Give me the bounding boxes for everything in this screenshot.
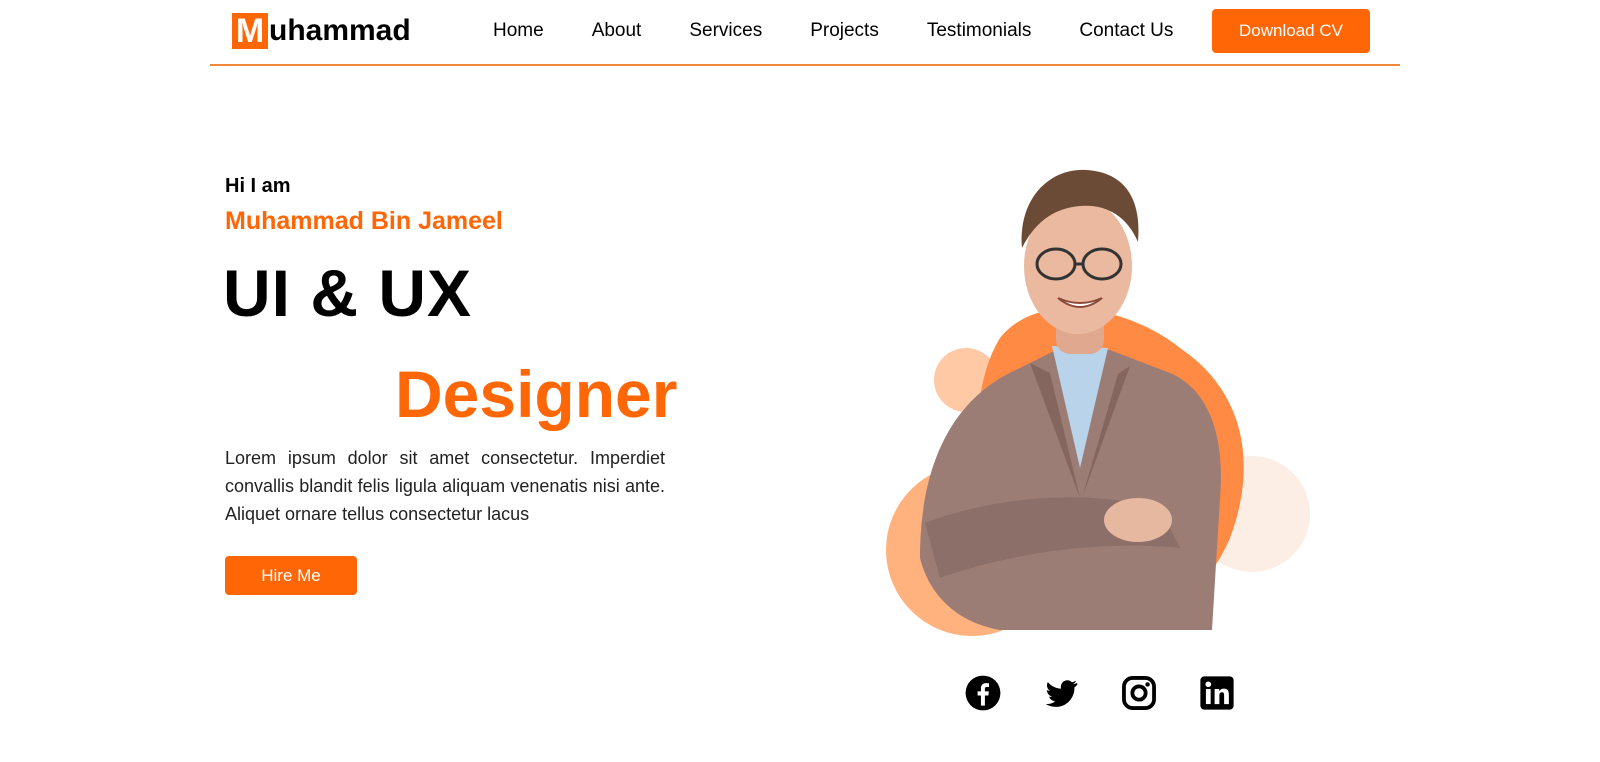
twitter-icon[interactable] xyxy=(1042,674,1080,712)
nav-contact-us[interactable]: Contact Us xyxy=(1079,20,1173,42)
instagram-icon[interactable] xyxy=(1120,674,1158,712)
portrait-illustration xyxy=(886,169,1310,636)
download-cv-button[interactable]: Download CV xyxy=(1212,9,1370,53)
main-nav: Home About Services Projects Testimonial… xyxy=(493,0,1221,62)
nav-services[interactable]: Services xyxy=(689,20,762,42)
nav-home[interactable]: Home xyxy=(493,20,544,42)
nav-testimonials[interactable]: Testimonials xyxy=(927,20,1032,42)
role-title-line1: UI & UX xyxy=(223,256,473,330)
logo[interactable]: M uhammad xyxy=(232,12,411,50)
logo-initial: M xyxy=(232,13,268,49)
facebook-icon[interactable] xyxy=(964,674,1002,712)
social-links xyxy=(964,674,1276,712)
site-header: M uhammad Home About Services Projects T… xyxy=(210,0,1400,66)
greeting: Hi I am xyxy=(225,175,291,197)
hero-name: Muhammad Bin Jameel xyxy=(225,207,503,235)
hire-me-button[interactable]: Hire Me xyxy=(225,556,357,595)
linkedin-icon[interactable] xyxy=(1198,674,1236,712)
role-title-line2: Designer xyxy=(395,357,678,431)
nav-projects[interactable]: Projects xyxy=(810,20,879,42)
logo-text: uhammad xyxy=(269,14,411,47)
person-hand xyxy=(1104,498,1172,542)
hero-description: Lorem ipsum dolor sit amet consectetur. … xyxy=(225,448,665,524)
nav-about[interactable]: About xyxy=(592,20,642,42)
